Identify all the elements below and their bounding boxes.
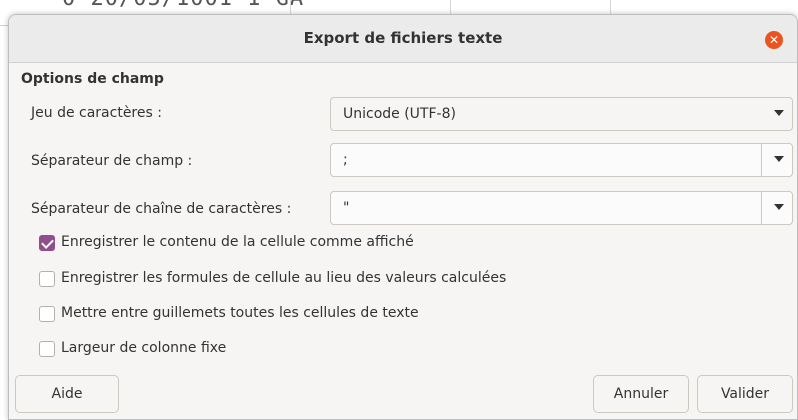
dialog-titlebar: Export de fichiers texte ✕ (9, 15, 797, 63)
option-label: Enregistrer les formules de cellule au l… (61, 270, 507, 286)
field-separator-label: Séparateur de champ : (31, 153, 193, 169)
background-cell-text: 0 20/05/1001 1 GA (62, 0, 304, 11)
string-separator-label: Séparateur de chaîne de caractères : (31, 201, 292, 217)
close-icon[interactable]: ✕ (765, 31, 783, 49)
section-title: Options de champ (21, 71, 164, 87)
combo-divider (761, 144, 762, 176)
export-dialog: Export de fichiers texte ✕ Options de ch… (8, 14, 798, 420)
charset-select[interactable]: Unicode (UTF-8) (330, 97, 793, 131)
option-label: Mettre entre guillemets toutes les cellu… (61, 305, 419, 321)
chevron-down-icon[interactable] (774, 204, 784, 210)
checkbox[interactable] (39, 341, 55, 357)
charset-value: Unicode (UTF-8) (343, 106, 456, 122)
option-label: Enregistrer le contenu de la cellule com… (61, 234, 414, 250)
chevron-down-icon (774, 110, 784, 116)
ok-button[interactable]: Valider (697, 375, 793, 413)
help-button[interactable]: Aide (15, 375, 119, 413)
option-label: Largeur de colonne fixe (61, 340, 227, 356)
chevron-down-icon[interactable] (774, 156, 784, 162)
string-separator-value: " (343, 200, 350, 216)
checkbox[interactable] (39, 306, 55, 322)
cancel-button[interactable]: Annuler (593, 375, 689, 413)
field-separator-combo[interactable]: ; (330, 143, 793, 177)
field-separator-value: ; (343, 152, 348, 168)
charset-label: Jeu de caractères : (31, 105, 162, 121)
string-separator-combo[interactable]: " (330, 191, 793, 225)
checkbox[interactable] (39, 271, 55, 287)
checkbox-checked[interactable] (39, 235, 55, 251)
dialog-title: Export de fichiers texte (303, 29, 503, 47)
combo-divider (761, 192, 762, 224)
